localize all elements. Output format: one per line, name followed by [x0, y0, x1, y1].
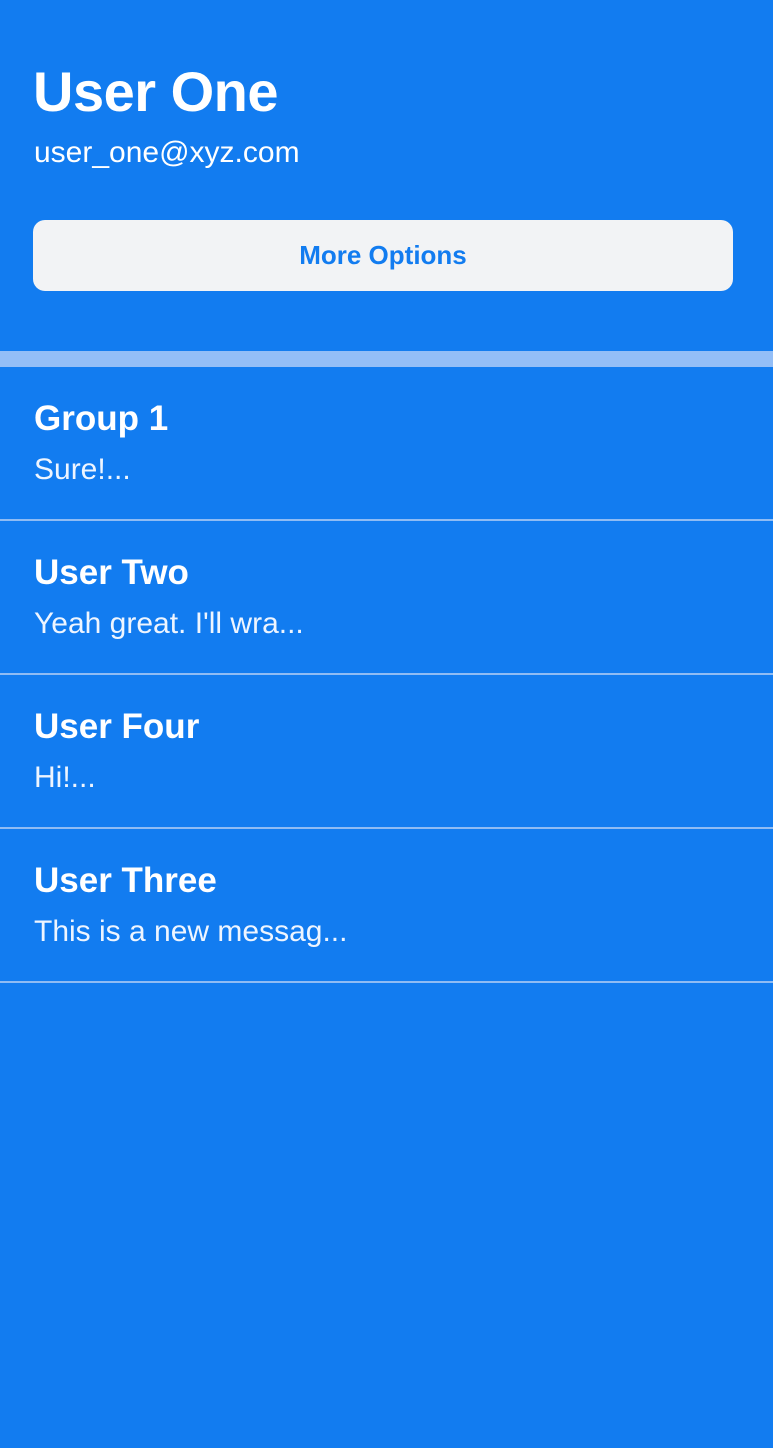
- current-user-email: user_one@xyz.com: [34, 136, 300, 169]
- conversation-item-user-three[interactable]: User Three This is a new messag...: [0, 829, 773, 983]
- conversation-preview: Hi!...: [34, 761, 96, 794]
- more-options-button[interactable]: More Options: [33, 220, 733, 291]
- conversation-item-user-four[interactable]: User Four Hi!...: [0, 675, 773, 829]
- section-divider: [0, 351, 773, 367]
- conversation-title: User Two: [34, 553, 189, 592]
- conversation-list: Group 1 Sure!... User Two Yeah great. I'…: [0, 367, 773, 983]
- conversation-title: User Three: [34, 861, 217, 900]
- conversation-preview: Sure!...: [34, 453, 131, 486]
- conversation-preview: Yeah great. I'll wra...: [34, 607, 304, 640]
- conversation-item-group-1[interactable]: Group 1 Sure!...: [0, 367, 773, 521]
- conversation-item-user-two[interactable]: User Two Yeah great. I'll wra...: [0, 521, 773, 675]
- current-user-name: User One: [33, 60, 279, 123]
- conversation-title: User Four: [34, 707, 200, 746]
- conversation-preview: This is a new messag...: [34, 915, 348, 948]
- conversation-title: Group 1: [34, 399, 169, 438]
- chat-home-screen: User One user_one@xyz.com More Options G…: [0, 0, 773, 1448]
- profile-header: User One user_one@xyz.com More Options: [0, 0, 773, 351]
